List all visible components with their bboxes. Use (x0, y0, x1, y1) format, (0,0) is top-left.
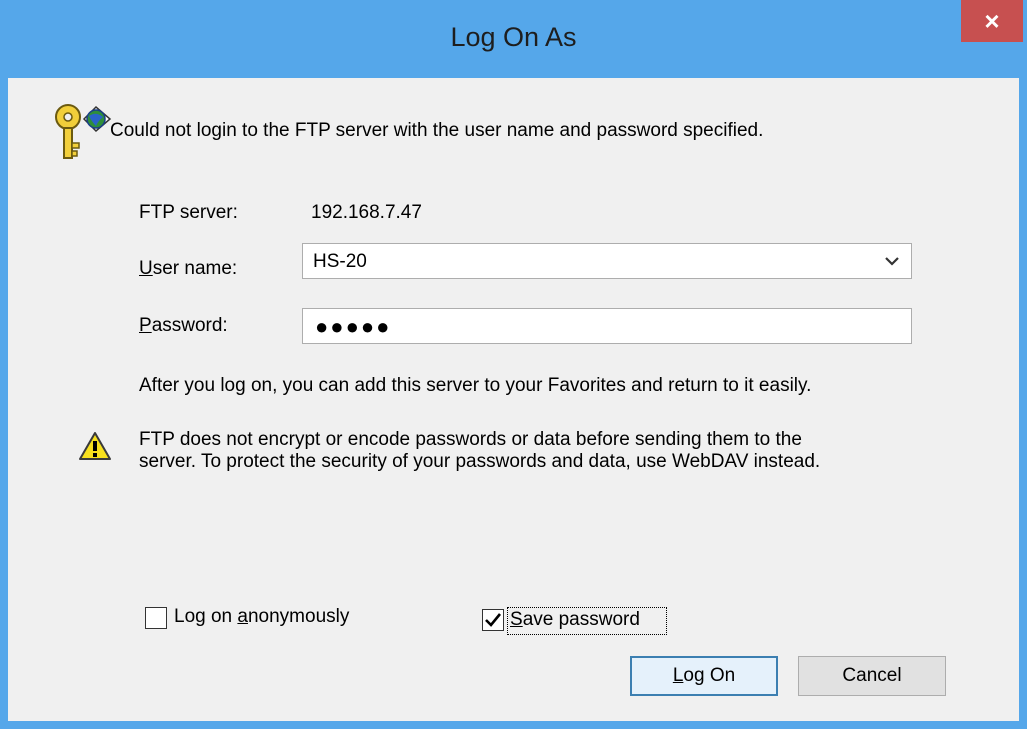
dialog-body: Could not login to the FTP server with t… (8, 78, 1019, 721)
error-message: Could not login to the FTP server with t… (110, 120, 764, 141)
anonymous-text-pre: Log on (174, 606, 238, 627)
title-bar[interactable]: Log On As × (0, 0, 1027, 78)
warning-line-2: server. To protect the security of your … (139, 451, 821, 472)
username-value: HS-20 (313, 251, 367, 272)
anonymous-mnemonic: a (237, 606, 248, 627)
favorites-info: After you log on, you can add this serve… (139, 375, 812, 396)
log-on-text: og On (683, 665, 736, 686)
password-label-text: assword: (151, 315, 228, 336)
chevron-down-icon[interactable] (881, 250, 903, 272)
save-mnemonic: S (510, 609, 523, 630)
ftp-server-value: 192.168.7.47 (311, 202, 422, 223)
save-text: ave password (522, 609, 640, 630)
log-on-mnemonic: L (672, 665, 684, 686)
cancel-button[interactable]: Cancel (798, 656, 946, 696)
warning-line-1: FTP does not encrypt or encode passwords… (139, 429, 802, 450)
close-icon: × (984, 5, 1000, 36)
save-password-checkbox[interactable] (482, 609, 504, 631)
username-combobox[interactable]: HS-20 (302, 243, 912, 279)
password-label: Password: (139, 315, 228, 337)
username-label: User name: (139, 258, 237, 280)
log-on-anonymously-label[interactable]: Log on anonymously (174, 606, 349, 628)
username-label-mnemonic: U (139, 258, 153, 279)
username-label-text: ser name: (152, 258, 238, 279)
checkmark-icon (485, 613, 502, 627)
save-password-label[interactable]: Save password (510, 609, 640, 631)
password-value: ●●●●● (315, 314, 392, 339)
log-on-anonymously-checkbox[interactable] (145, 607, 167, 629)
password-label-mnemonic: P (139, 315, 152, 336)
log-on-button[interactable]: Log On (630, 656, 778, 696)
password-field[interactable]: ●●●●● (302, 308, 912, 344)
ftp-server-label: FTP server: (139, 202, 238, 223)
log-on-as-dialog: Log On As × Could not login to the FTP s… (0, 0, 1027, 729)
warning-icon (79, 432, 111, 460)
anonymous-text-post: nonymously (247, 606, 350, 627)
close-button[interactable]: × (961, 0, 1023, 42)
dialog-title: Log On As (450, 22, 577, 52)
key-globe-icon (55, 104, 112, 159)
